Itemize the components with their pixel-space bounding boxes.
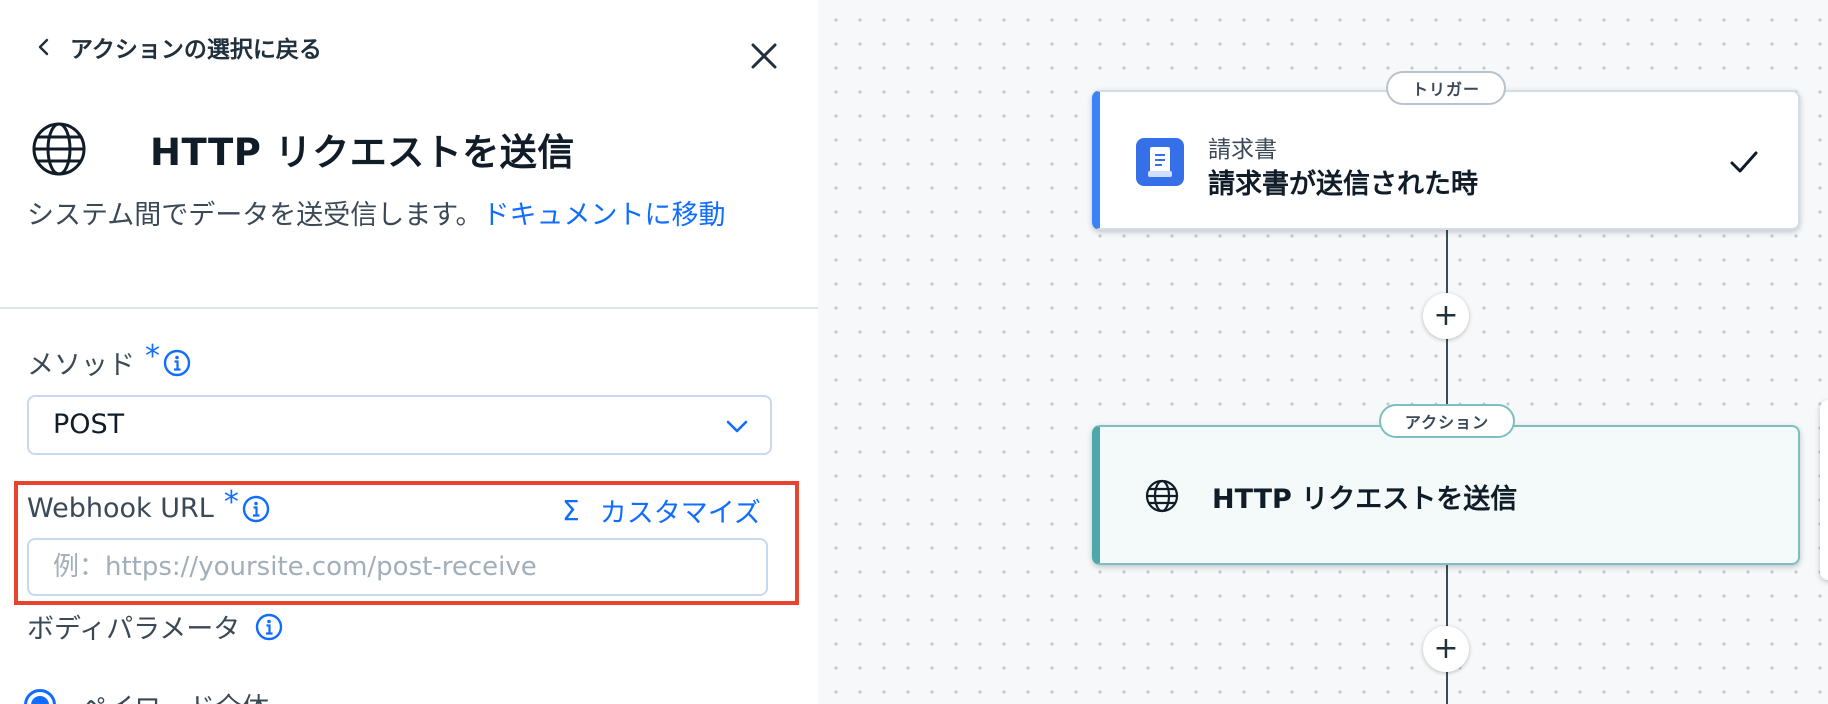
invoice-icon — [1136, 138, 1184, 186]
trigger-title: 請求書が送信された時 — [1208, 169, 1478, 200]
required-mark: * — [145, 339, 160, 374]
close-icon[interactable] — [744, 36, 784, 76]
body-params-label: ボディパラメータ — [27, 607, 284, 646]
info-icon[interactable] — [162, 348, 192, 378]
info-icon[interactable] — [241, 494, 271, 524]
webhook-url-label-text: Webhook URL — [27, 493, 214, 524]
method-label-text: メソッド — [27, 350, 135, 381]
customize-button[interactable]: Σ カスタマイズ — [562, 491, 761, 530]
documentation-link[interactable]: ドキュメントに移動 — [483, 200, 726, 231]
body-params-label-text: ボディパラメータ — [27, 614, 241, 645]
customize-label: カスタマイズ — [599, 498, 761, 529]
description-text: システム間でデータを送受信します。 — [27, 200, 483, 231]
action-card[interactable]: HTTP リクエストを送信 — [1092, 425, 1800, 565]
trigger-subtitle: 請求書 — [1208, 137, 1277, 163]
back-to-actions-link[interactable]: アクションの選択に戻る — [30, 30, 322, 64]
plus-icon: + — [1433, 298, 1459, 333]
adjacent-card[interactable] — [1820, 400, 1828, 580]
page-title: HTTP リクエストを送信 — [150, 131, 575, 174]
payload-radio[interactable] — [24, 689, 56, 704]
add-step-button[interactable]: + — [1423, 293, 1469, 339]
globe-icon — [30, 120, 88, 178]
radio-selected-dot — [31, 696, 49, 704]
check-icon — [1728, 146, 1760, 178]
add-step-button[interactable]: + — [1423, 626, 1469, 672]
divider — [0, 307, 818, 309]
settings-panel: アクションの選択に戻る HTTP リクエストを送信 システム間でデータを送受信し… — [0, 0, 818, 704]
chevron-left-icon — [30, 33, 58, 61]
action-badge: アクション — [1379, 404, 1515, 438]
sigma-icon: Σ — [562, 494, 580, 527]
method-select[interactable]: POST — [27, 395, 772, 455]
workflow-canvas[interactable]: 請求書 請求書が送信された時 トリガー + HTTP リクエストを送信 アクショ… — [818, 0, 1828, 704]
payload-radio-label: ペイロード全体 — [80, 686, 269, 704]
method-label: メソッド * — [27, 339, 192, 382]
trigger-badge: トリガー — [1386, 71, 1506, 105]
chevron-down-icon — [724, 415, 750, 437]
webhook-url-input[interactable] — [27, 538, 768, 596]
action-title: HTTP リクエストを送信 — [1212, 484, 1518, 515]
trigger-card[interactable]: 請求書 請求書が送信された時 — [1092, 90, 1800, 230]
info-icon[interactable] — [254, 612, 284, 642]
method-select-value: POST — [53, 409, 125, 440]
back-link-label: アクションの選択に戻る — [70, 37, 322, 63]
required-mark: * — [223, 485, 239, 520]
panel-header: HTTP リクエストを送信 — [30, 120, 575, 178]
webhook-url-label: Webhook URL * — [27, 485, 271, 526]
globe-icon — [1144, 478, 1180, 514]
plus-icon: + — [1433, 631, 1459, 666]
description: システム間でデータを送受信します。ドキュメントに移動 — [27, 197, 727, 234]
